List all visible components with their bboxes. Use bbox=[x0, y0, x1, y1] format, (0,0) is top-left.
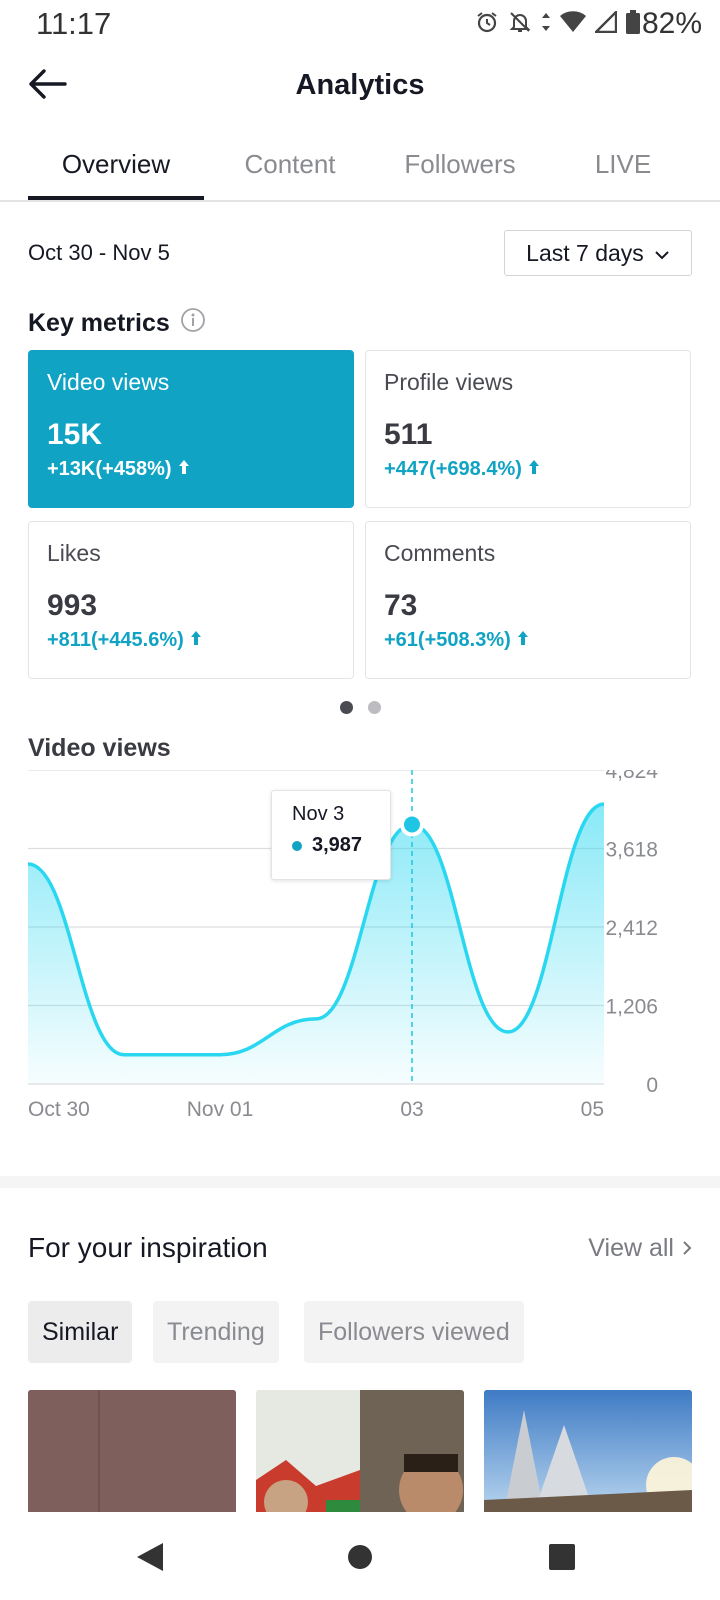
chip-similar[interactable]: Similar bbox=[28, 1301, 133, 1363]
period-dropdown[interactable]: Last 7 days bbox=[504, 230, 692, 276]
metric-delta: +13K(+458%) bbox=[47, 458, 335, 481]
view-all-link[interactable]: View all bbox=[588, 1234, 692, 1263]
chip-followers-viewed[interactable]: Followers viewed bbox=[304, 1301, 524, 1363]
page-title: Analytics bbox=[295, 69, 425, 101]
x-tick-label: 05 bbox=[581, 1098, 604, 1121]
key-metrics-title: Key metrics bbox=[28, 309, 170, 337]
y-tick-label: 2,412 bbox=[605, 917, 658, 940]
notifications-off-icon bbox=[508, 10, 532, 39]
system-nav-bar bbox=[0, 1512, 720, 1600]
inspiration-title: For your inspiration bbox=[28, 1232, 268, 1263]
metric-delta-text: +447(+698.4%) bbox=[384, 458, 522, 480]
thumbnail-image bbox=[28, 1390, 236, 1512]
chevron-right-icon bbox=[682, 1234, 692, 1263]
square-recents-icon bbox=[548, 1543, 576, 1576]
metric-label: Comments bbox=[384, 540, 496, 566]
metric-label: Likes bbox=[47, 540, 101, 566]
metric-delta: +811(+445.6%) bbox=[47, 629, 335, 652]
metric-label: Video views bbox=[47, 369, 170, 395]
battery-percent: 82% bbox=[641, 7, 702, 40]
y-tick-label: 1,206 bbox=[605, 996, 658, 1019]
y-tick-label: 3,618 bbox=[605, 839, 658, 862]
tab-overview[interactable]: Overview bbox=[28, 136, 204, 200]
arrow-up-icon bbox=[517, 629, 529, 652]
x-tick-label: 03 bbox=[400, 1098, 423, 1121]
tab-bar: Overview Content Followers LIVE bbox=[0, 136, 720, 202]
status-icons bbox=[475, 8, 640, 39]
chart-tooltip: Nov 3 3,987 bbox=[271, 790, 391, 880]
circle-home-icon bbox=[346, 1543, 374, 1576]
metric-value: 993 bbox=[47, 589, 98, 622]
x-tick-label: Nov 01 bbox=[187, 1098, 254, 1121]
tab-active-indicator bbox=[28, 196, 204, 200]
cell-signal-icon bbox=[593, 8, 618, 38]
arrow-up-icon bbox=[178, 458, 190, 481]
arrow-up-icon bbox=[528, 458, 540, 481]
metric-card-video-views[interactable]: Video views 15K +13K(+458%) bbox=[28, 350, 354, 508]
chart-title: Video views bbox=[28, 734, 171, 762]
tooltip-date: Nov 3 bbox=[292, 803, 345, 825]
chevron-down-icon bbox=[654, 240, 670, 267]
video-thumbnail[interactable] bbox=[484, 1390, 692, 1512]
x-tick-label: Oct 30 bbox=[28, 1098, 90, 1121]
chip-trending[interactable]: Trending bbox=[153, 1301, 279, 1363]
pager-dot-active[interactable] bbox=[340, 701, 353, 714]
pager-dot[interactable] bbox=[368, 701, 381, 714]
nav-home-button[interactable] bbox=[335, 1534, 385, 1584]
video-thumbnail[interactable] bbox=[28, 1390, 236, 1512]
date-range: Oct 30 - Nov 5 bbox=[28, 240, 170, 265]
app-bar: Analytics bbox=[0, 52, 720, 122]
tab-live[interactable]: LIVE bbox=[548, 136, 698, 200]
tab-followers[interactable]: Followers bbox=[380, 136, 540, 200]
y-tick-label: 0 bbox=[646, 1074, 658, 1097]
thumbnail-image bbox=[256, 1390, 464, 1512]
metric-delta-text: +13K(+458%) bbox=[47, 458, 172, 480]
metric-value: 73 bbox=[384, 589, 418, 622]
metric-card-likes[interactable]: Likes 993 +811(+445.6%) bbox=[28, 521, 354, 679]
metric-delta: +447(+698.4%) bbox=[384, 458, 672, 481]
info-icon[interactable] bbox=[180, 307, 206, 340]
wifi-icon bbox=[560, 10, 586, 38]
battery-icon bbox=[626, 9, 640, 39]
metric-label: Profile views bbox=[384, 369, 514, 395]
key-metrics-heading: Key metrics bbox=[28, 307, 206, 340]
triangle-back-icon bbox=[135, 1541, 165, 1578]
metric-card-comments[interactable]: Comments 73 +61(+508.3%) bbox=[365, 521, 691, 679]
view-all-label: View all bbox=[588, 1234, 674, 1262]
nav-back-button[interactable] bbox=[125, 1534, 175, 1584]
thumbnail-image bbox=[484, 1390, 692, 1512]
hover-marker bbox=[404, 816, 420, 833]
metric-delta: +61(+508.3%) bbox=[384, 629, 672, 652]
metric-value: 511 bbox=[384, 418, 433, 451]
tab-content[interactable]: Content bbox=[210, 136, 370, 200]
nav-recents-button[interactable] bbox=[537, 1534, 587, 1584]
tooltip-value: 3,987 bbox=[292, 834, 390, 857]
tooltip-series-dot bbox=[292, 840, 302, 851]
arrow-up-icon bbox=[190, 629, 202, 652]
status-bar: 11:17 82% bbox=[0, 0, 720, 48]
y-tick-label: 4,824 bbox=[605, 770, 658, 783]
metric-value: 15K bbox=[47, 418, 103, 451]
data-transfer-icon bbox=[541, 10, 551, 39]
video-thumbnail[interactable] bbox=[256, 1390, 464, 1512]
period-dropdown-value: Last 7 days bbox=[526, 239, 644, 266]
status-time: 11:17 bbox=[36, 6, 112, 41]
alarm-icon bbox=[475, 10, 499, 39]
metric-delta-text: +61(+508.3%) bbox=[384, 629, 511, 651]
tooltip-value-text: 3,987 bbox=[312, 834, 363, 856]
metric-delta-text: +811(+445.6%) bbox=[47, 629, 184, 651]
metric-card-profile-views[interactable]: Profile views 511 +447(+698.4%) bbox=[365, 350, 691, 508]
section-divider bbox=[0, 1176, 720, 1188]
